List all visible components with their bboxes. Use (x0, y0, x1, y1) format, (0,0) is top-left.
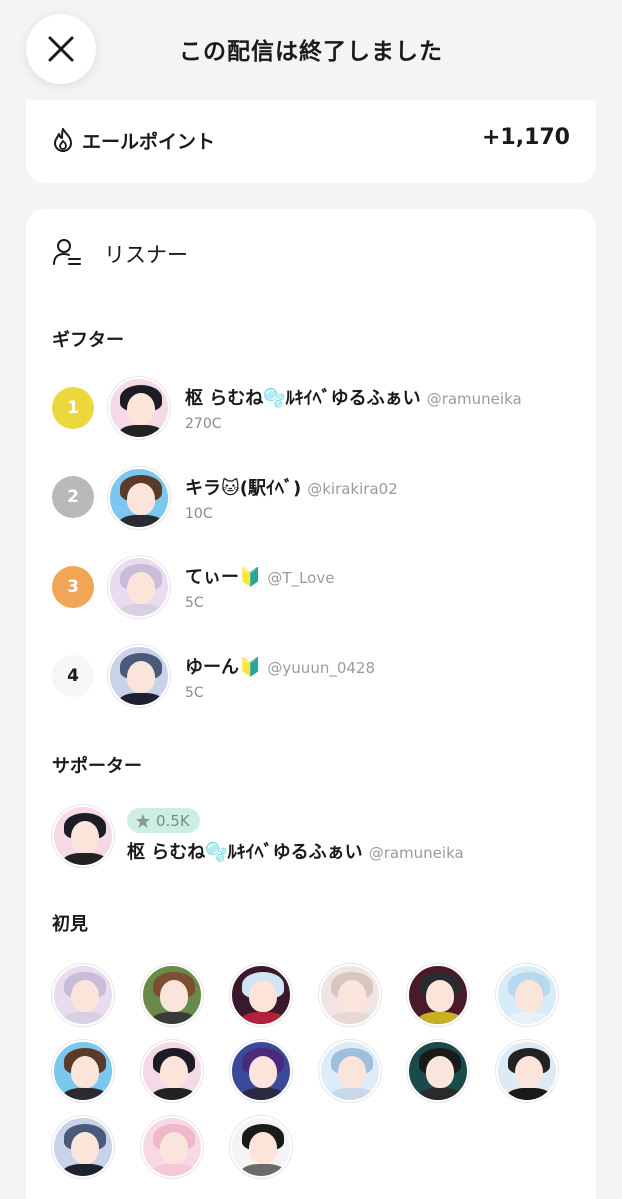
avatar[interactable] (108, 377, 170, 439)
cheer-points-value: +1,170 (481, 125, 570, 150)
avatar[interactable] (496, 964, 558, 1026)
listener-title: リスナー (104, 243, 188, 267)
avatar[interactable] (319, 964, 381, 1026)
gifter-handle: @T_Love (267, 569, 335, 587)
rank-badge: 4 (52, 655, 94, 697)
avatar[interactable] (141, 964, 203, 1026)
gifters-label: ギフター (52, 330, 124, 351)
avatar[interactable] (52, 1116, 114, 1178)
supporters-label: サポーター (52, 756, 142, 777)
star-icon (136, 813, 150, 828)
avatar[interactable] (230, 1116, 292, 1178)
cheer-points-label: エールポイント (82, 131, 216, 153)
rank-badge: 1 (52, 387, 94, 429)
support-badge: 0.5K (127, 808, 200, 833)
gifter-handle: @yuuun_0428 (267, 659, 375, 677)
listener-icon (53, 239, 81, 265)
gifter-handle: @kirakira02 (307, 480, 398, 498)
gifter-coins: 5C (185, 595, 204, 611)
flame-icon (54, 128, 72, 152)
page-title: この配信は終了しました (179, 39, 443, 65)
avatar[interactable] (52, 805, 114, 867)
gifter-name[interactable]: 枢 らむね🫧ﾙｷｲﾍﾞゆるふぁい @ramuneika (185, 384, 522, 410)
gifter-name[interactable]: キラ🐱(駅ｲﾍﾞ) @kirakira02 (185, 474, 398, 500)
gifter-handle: @ramuneika (426, 390, 522, 408)
avatar[interactable] (108, 467, 170, 529)
rank-badge: 2 (52, 476, 94, 518)
avatar[interactable] (319, 1040, 381, 1102)
avatar[interactable] (52, 964, 114, 1026)
header: この配信は終了しました (0, 0, 622, 100)
avatar[interactable] (141, 1040, 203, 1102)
rank-badge: 3 (52, 566, 94, 608)
listener-card: リスナー ギフター 1 枢 らむね🫧ﾙｷｲﾍﾞゆるふぁい @ramuneika 2… (26, 209, 596, 1199)
avatar[interactable] (52, 1040, 114, 1102)
gifter-name[interactable]: ゆーん🔰 @yuuun_0428 (185, 653, 375, 679)
gifter-coins: 10C (185, 506, 213, 522)
gifter-name[interactable]: てぃー🔰 @T_Love (185, 563, 334, 589)
first-time-label: 初見 (52, 914, 88, 935)
cheer-points-card: エールポイント +1,170 (26, 100, 596, 183)
avatar[interactable] (108, 556, 170, 618)
avatar[interactable] (141, 1116, 203, 1178)
supporter-handle: @ramuneika (368, 844, 464, 862)
supporter-name[interactable]: 枢 らむね🫧ﾙｷｲﾍﾞゆるふぁい @ramuneika (127, 838, 464, 864)
gifter-coins: 270C (185, 416, 222, 432)
avatar[interactable] (230, 1040, 292, 1102)
avatar[interactable] (496, 1040, 558, 1102)
avatar[interactable] (407, 964, 469, 1026)
avatar[interactable] (407, 1040, 469, 1102)
avatar[interactable] (108, 645, 170, 707)
support-badge-value: 0.5K (156, 811, 190, 830)
gifter-coins: 5C (185, 685, 204, 701)
avatar[interactable] (230, 964, 292, 1026)
